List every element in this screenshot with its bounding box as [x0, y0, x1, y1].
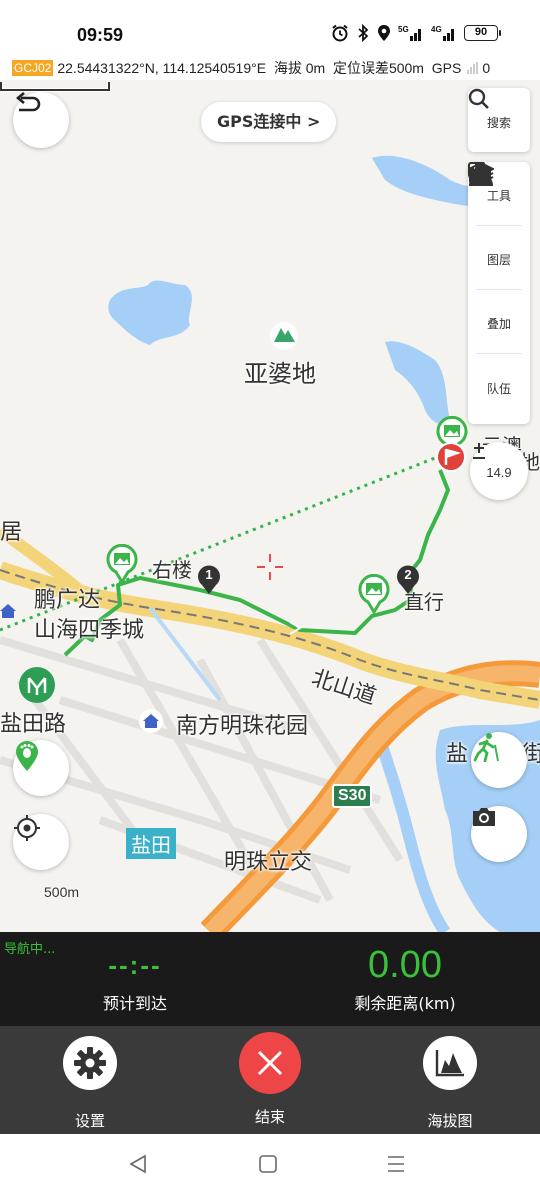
remaining-distance-label: 剩余距离(km) [354, 994, 456, 1013]
scale-bar [0, 82, 110, 92]
system-menu-icon[interactable] [386, 1154, 406, 1174]
waypoint-number-2: 2 [404, 567, 412, 582]
navigation-info-panel: 导航中... --:-- 预计到达 0.00 剩余距离(km) [0, 932, 540, 1026]
system-back-icon[interactable] [128, 1154, 148, 1174]
map-center-crosshair [257, 554, 283, 580]
coordinate-bar: GCJ02 22.54431322°N, 114.12540519°E 海拔 0… [0, 56, 540, 80]
elevation-label: 海拔图 [427, 1112, 473, 1130]
remaining-distance-value: 0.00 [368, 944, 442, 986]
tools-label: 工具 [486, 189, 511, 203]
search-panel[interactable]: 搜索 [468, 88, 530, 152]
layers-button[interactable]: 图层 [468, 162, 522, 290]
bottom-action-bar: 设置 结束 海拔图 [0, 1026, 540, 1134]
photo-marker-1[interactable] [106, 544, 138, 584]
signal-5g-icon: 5G [398, 25, 421, 41]
gps-signal-icon [467, 62, 479, 74]
svg-text:5G: 5G [398, 25, 409, 34]
accuracy-text: 定位误差500m [332, 60, 424, 76]
gear-icon [74, 1047, 106, 1079]
map-label-youlou: 右楼 [152, 558, 192, 582]
destination-flag-icon[interactable] [436, 442, 466, 472]
water-body-right [385, 341, 450, 425]
settings-button[interactable]: 设置 [30, 1036, 150, 1131]
map-label-ju: 居 [0, 520, 23, 545]
longitude-text: 114.12540519°E [162, 60, 267, 76]
eta-label: 预计到达 [102, 994, 167, 1013]
bluetooth-icon [358, 24, 369, 42]
zoom-level: 14.9 [486, 464, 512, 480]
system-home-icon[interactable] [258, 1154, 278, 1174]
search-button[interactable]: 搜索 [468, 88, 522, 152]
plus-minus-icon [473, 443, 485, 459]
team-label: 队伍 [486, 381, 511, 396]
settings-label: 设置 [74, 1112, 105, 1130]
alarm-icon [332, 24, 348, 42]
search-icon [468, 88, 489, 109]
map-label-yantian-road: 盐田路 [0, 712, 67, 737]
gps-label: GPS [431, 60, 462, 76]
map-view[interactable]: 亚婆地 右楼 直行 鹏广达 山海四季城 北山道 盐田路 南方明珠花园 明珠立交 … [0, 80, 540, 932]
tool-panel: 工具 图层 叠加 队伍 [468, 162, 530, 424]
signal-4g-icon: 4G [431, 25, 454, 41]
overlay-label: 叠加 [486, 317, 511, 331]
camera-icon [473, 808, 495, 826]
waypoint-pin-1[interactable]: 1 [196, 563, 222, 595]
system-navigation-bar [0, 1134, 540, 1200]
waypoint-number-1: 1 [205, 567, 213, 582]
camera-button[interactable] [471, 806, 527, 862]
metro-station-icon [19, 667, 55, 703]
person-icon [469, 163, 493, 186]
eta-value: --:-- [108, 950, 162, 980]
overlay-button[interactable]: 叠加 [468, 162, 522, 354]
locate-button[interactable] [13, 814, 69, 870]
search-label: 搜索 [486, 115, 511, 130]
map-label-yan-right: 盐 [446, 742, 469, 767]
house-icon [139, 709, 163, 733]
layers-label: 图层 [486, 253, 511, 267]
map-label-penggudi: 鹏广达 [34, 588, 101, 613]
map-label-mingzhu: 明珠立交 [224, 850, 313, 875]
gps-status-button[interactable]: GPS连接中 > [201, 102, 337, 142]
back-button[interactable] [13, 92, 69, 148]
gps-satellite-count: 0 [482, 60, 491, 76]
latitude-text: 22.54431322°N [57, 60, 155, 76]
elevation-chart-button[interactable]: 海拔图 [390, 1036, 510, 1131]
status-bar: 09:59 5G 4G 90 [0, 0, 540, 56]
house-icon-left [0, 604, 16, 618]
end-label: 结束 [254, 1108, 285, 1126]
close-icon [257, 1050, 283, 1076]
crs-badge: GCJ02 [12, 60, 54, 76]
footprint-button[interactable] [13, 740, 69, 796]
battery-indicator: 90 [464, 25, 501, 41]
footprint-pin-icon [16, 741, 38, 771]
altitude-text: 海拔 0m [273, 60, 326, 76]
back-arrow-icon [15, 92, 41, 112]
map-label-shanhai: 山海四季城 [34, 618, 145, 643]
team-button[interactable]: 队伍 [469, 163, 522, 418]
locate-crosshair-icon [14, 815, 40, 841]
photo-marker-2[interactable] [358, 574, 390, 614]
waypoint-pin-2[interactable]: 2 [395, 563, 421, 595]
elevation-chart-icon [435, 1050, 464, 1077]
svg-text:4G: 4G [431, 25, 442, 34]
district-badge-yantian: 盐田 [126, 828, 176, 859]
hiking-mode-button[interactable] [471, 732, 527, 788]
end-navigation-button[interactable]: 结束 [210, 1032, 330, 1127]
map-label-yapodi: 亚婆地 [244, 360, 316, 388]
location-icon [378, 25, 390, 41]
mountain-icon [270, 322, 298, 350]
map-label-nanfang: 南方明珠花园 [176, 714, 309, 739]
scale-label: 500m [44, 884, 80, 900]
hiker-icon [473, 733, 499, 762]
water-body-lake [108, 280, 192, 345]
map-canvas [0, 155, 540, 932]
water-channel [374, 738, 451, 932]
zoom-button[interactable]: 14.9 [470, 442, 528, 500]
status-time: 09:59 [77, 25, 124, 45]
highway-badge-s30: S30 [332, 784, 373, 808]
